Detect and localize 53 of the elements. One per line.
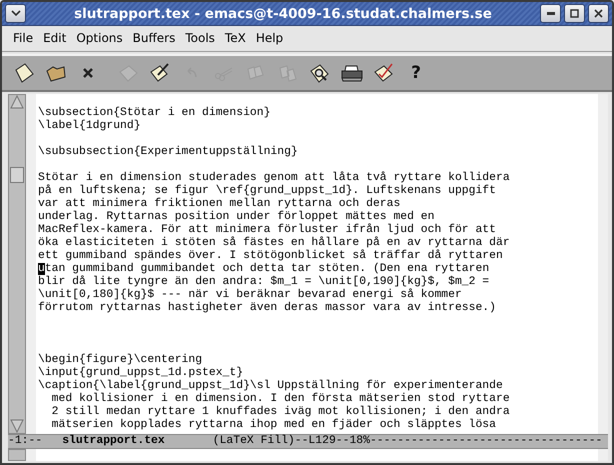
checked-page-icon (373, 62, 395, 84)
new-file-icon (13, 62, 35, 84)
code-line: 2 still medan ryttare 1 knuffades iväg mot kollisionen; i den andra (50, 406, 511, 418)
code-line: med kollisioner i en dimension. I den första mätserien stod ryttare (50, 393, 511, 406)
pen-and-paper-icon (149, 62, 171, 84)
chevron-down-icon (10, 10, 20, 17)
code-line: \begin{figure}\centering (37, 354, 204, 366)
code-line: öka elasticiteten i stöten så fästes en hållare på en av ryttarna där (37, 237, 511, 249)
code-line: \subsection{Stötar i en dimension} (37, 107, 272, 120)
close-icon (82, 67, 94, 79)
magnifier-on-page-icon (309, 62, 331, 84)
code-line: \caption{\label{grund_uppst_1d}\sl Uppställning för experimenterande (37, 380, 504, 392)
minimize-button[interactable] (540, 4, 561, 23)
text-editor[interactable] (26, 94, 608, 434)
code-line: blir då lite tyngre än den andra: $m_1 = \unit[0,190]{kg}$, $m_2 = (37, 276, 490, 288)
printer-icon (340, 64, 364, 82)
code-line: på en luftskena; se figur \ref{grund_uppst_1d}. Luftskenans uppgift (37, 185, 497, 198)
menu-item[interactable]: Help (250, 28, 288, 48)
code-line: \input{grund_uppst_1d.pstex_t} (37, 367, 244, 380)
code-line: mätserien kopplades ryttarna ihop med en fjäder och släpptes lösa (50, 419, 497, 432)
menu-item[interactable]: Buffers (128, 28, 180, 48)
code-line: var att minimera friktionen mellan ryttarna och deras (37, 198, 402, 210)
menu-item[interactable]: Tools (180, 28, 220, 48)
code-line: ett gummiband spändes över. I stötögonblicket så träffar då ryttaren (37, 250, 504, 262)
paste-icon (278, 63, 298, 83)
code-line: förrutom ryttarnas hastigheter även deras massor vara av intresse.) (37, 302, 497, 315)
code-line: \unit[0,180]{kg}$ --- när vi beräknar bevarad energi så kommer (37, 289, 463, 302)
mode-info: (LaTeX Fill)--L129--18% (212, 435, 370, 448)
code-line: \label{1dgrund} (37, 120, 142, 133)
scroll-up-icon (10, 95, 24, 109)
window-title: slutrapport.tex - emacs@t-4009-16.studat.chalmers.se (73, 6, 493, 22)
maximize-button[interactable] (564, 4, 585, 23)
minimize-icon (546, 12, 554, 15)
code-line: utan gummiband gummibandet och detta tar stöten. (Den ena ryttaren (37, 263, 490, 275)
code-line: Stötar i en dimension studerades genom att låta två ryttare kollidera (37, 172, 511, 184)
buffer-status: -1:-- (8, 435, 42, 448)
code-line: \subsubsection{Experimentuppställning} (37, 146, 299, 159)
menu-item[interactable]: File (8, 28, 38, 48)
help-button[interactable]: ? (402, 60, 430, 86)
close-icon (594, 9, 603, 18)
scroll-thumb[interactable] (10, 167, 24, 183)
menu-item[interactable]: TeX (220, 28, 251, 48)
scrollbar[interactable] (8, 94, 26, 434)
menu-item[interactable]: Edit (38, 28, 72, 48)
maximize-icon (570, 9, 579, 18)
close-button[interactable] (588, 4, 609, 23)
window-menu-button[interactable] (5, 4, 26, 23)
text-cursor: u (38, 263, 45, 275)
code-line: underlag. Ryttarnas position under förloppet mättes med en (37, 211, 436, 224)
buffer-name: slutrapport.tex (62, 435, 165, 448)
mode-line-fill: ---------------------------------- (370, 435, 602, 448)
code-line: MacReflex-kamera. För att minimera förluster ifrån ljud och för att (37, 224, 497, 236)
menu-item[interactable]: Options (71, 28, 128, 48)
